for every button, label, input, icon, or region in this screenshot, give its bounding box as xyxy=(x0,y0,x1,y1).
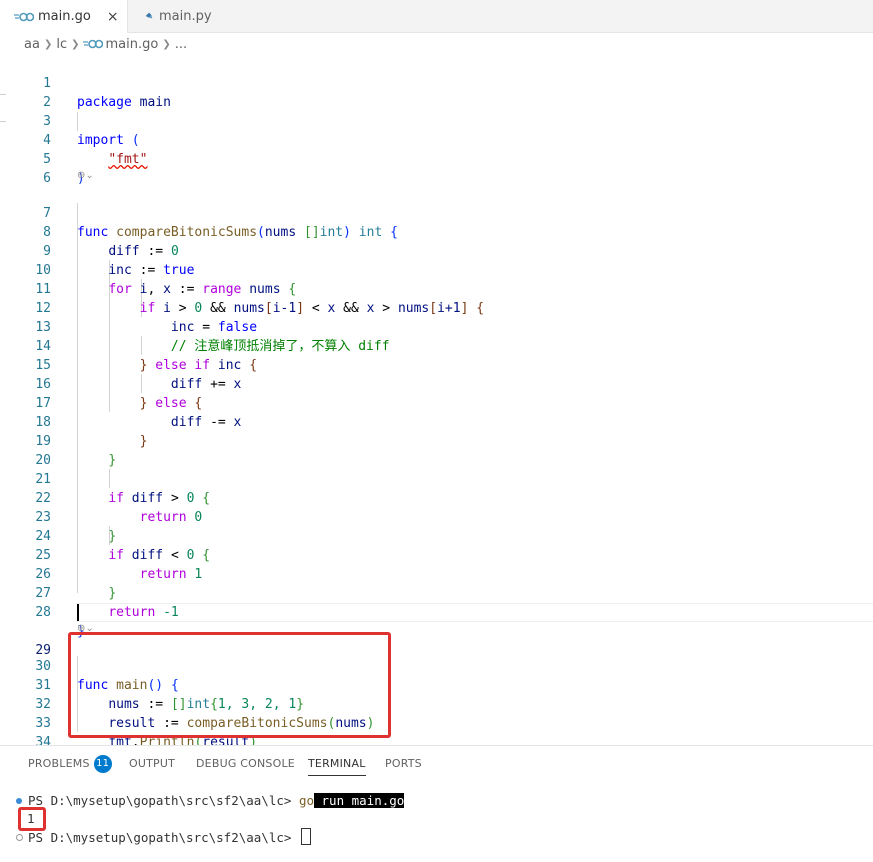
code-line: 3 import ( xyxy=(0,93,873,148)
code-line: 2 xyxy=(0,74,873,110)
tab-ports[interactable]: PORTS xyxy=(385,746,422,781)
tab-problems[interactable]: PROBLEMS 11 xyxy=(28,746,112,781)
editor-tab-bar: main.go × main.py xyxy=(0,0,873,33)
problems-count-badge: 11 xyxy=(93,754,112,773)
command-success-dot-icon[interactable] xyxy=(16,798,22,804)
go-file-icon xyxy=(14,12,34,21)
tab-output[interactable]: OUTPUT xyxy=(129,746,175,781)
code-line: 20 xyxy=(0,432,873,468)
tab-terminal[interactable]: TERMINAL xyxy=(308,746,366,781)
breadcrumb-item[interactable]: main.go xyxy=(105,37,158,52)
breadcrumb-item[interactable]: lc xyxy=(56,37,67,52)
breadcrumb-item[interactable]: aa xyxy=(24,37,40,52)
close-icon[interactable]: × xyxy=(107,9,119,25)
code-editor[interactable]: 1 package main 2 3 import ( 4 "fmt" 5 ) … xyxy=(0,55,873,745)
code-line: 10 for i, x := range nums { xyxy=(0,242,873,297)
tab-label: PROBLEMS xyxy=(28,757,90,770)
code-line: 12 inc = false xyxy=(0,280,873,335)
terminal-line[interactable]: PS D:\mysetup\gopath\src\sf2\aa\lc> xyxy=(28,828,311,846)
bottom-panel: PROBLEMS 11 OUTPUT DEBUG CONSOLE TERMINA… xyxy=(0,745,873,862)
code-line: 19 } xyxy=(0,413,873,468)
code-line: 8 diff := 0 xyxy=(0,204,873,259)
code-line: 4 "fmt" xyxy=(0,112,873,167)
code-line-current: 29 xyxy=(0,603,873,658)
code-line: 22 return 0 xyxy=(0,470,873,525)
code-line: 25 return 1 xyxy=(0,527,873,582)
tab-label: DEBUG CONSOLE xyxy=(196,757,295,770)
terminal-cursor xyxy=(300,828,311,845)
terminal-prompt: PS D:\mysetup\gopath\src\sf2\aa\lc> xyxy=(28,793,299,808)
code-line: 21 if diff > 0 { xyxy=(0,451,873,506)
tab-label: TERMINAL xyxy=(308,757,366,770)
tab-label: main.py xyxy=(159,8,212,24)
python-file-icon xyxy=(145,12,153,19)
code-line: 16 } else { xyxy=(0,356,873,411)
tab-label: PORTS xyxy=(385,757,422,770)
chevron-right-icon: ❯ xyxy=(43,38,53,50)
code-line: 7 func compareBitonicSums(nums []int) in… xyxy=(0,185,873,240)
code-line: 9 inc := true xyxy=(0,223,873,278)
code-line: 6 xyxy=(0,150,873,186)
code-line: 28 } xyxy=(0,584,873,639)
tab-main-py[interactable]: main.py xyxy=(129,0,247,32)
codelens-icon[interactable]: ⊕⌄ xyxy=(77,166,94,185)
code-line: 18 } xyxy=(0,394,873,449)
terminal-line: PS D:\mysetup\gopath\src\sf2\aa\lc> go r… xyxy=(28,792,405,810)
go-file-icon xyxy=(83,39,104,49)
highlight-box-main-func xyxy=(68,632,391,738)
code-line: 23 } xyxy=(0,489,873,544)
tab-label: OUTPUT xyxy=(129,757,176,770)
code-line: 15 diff += x xyxy=(0,337,873,392)
code-line: 5 ) xyxy=(0,131,873,186)
current-line-highlight xyxy=(76,603,873,622)
tab-main-go[interactable]: main.go × xyxy=(0,0,128,33)
tab-label: main.go xyxy=(38,9,91,24)
code-line: 27 return -1 xyxy=(0,565,873,620)
breadcrumb: aa ❯ lc ❯ main.go ❯ ... xyxy=(0,33,873,55)
code-line: 26 } xyxy=(0,546,873,601)
code-line: 17 diff -= x xyxy=(0,375,873,430)
terminal-command: go xyxy=(298,793,314,808)
code-line: 11 if i > 0 && nums[i-1] < x && x > nums… xyxy=(0,261,873,316)
code-line: 14 } else if inc { xyxy=(0,318,873,373)
vscode-window: main.go × main.py aa ❯ lc ❯ main.go ❯ ..… xyxy=(0,0,873,862)
chevron-right-icon: ❯ xyxy=(162,38,171,50)
code-line: 13 // 注意峰顶抵消掉了，不算入 diff xyxy=(0,299,873,354)
code-line: 1 package main xyxy=(0,55,873,110)
code-line: 24 if diff < 0 { xyxy=(0,508,873,563)
terminal-command-args: run main.go xyxy=(314,793,405,808)
tab-debug-console[interactable]: DEBUG CONSOLE xyxy=(196,746,295,781)
terminal-prompt: PS D:\mysetup\gopath\src\sf2\aa\lc> xyxy=(28,830,299,845)
breadcrumb-item[interactable]: ... xyxy=(175,37,187,52)
command-idle-dot-icon[interactable] xyxy=(16,834,23,841)
chevron-right-icon: ❯ xyxy=(71,38,80,50)
